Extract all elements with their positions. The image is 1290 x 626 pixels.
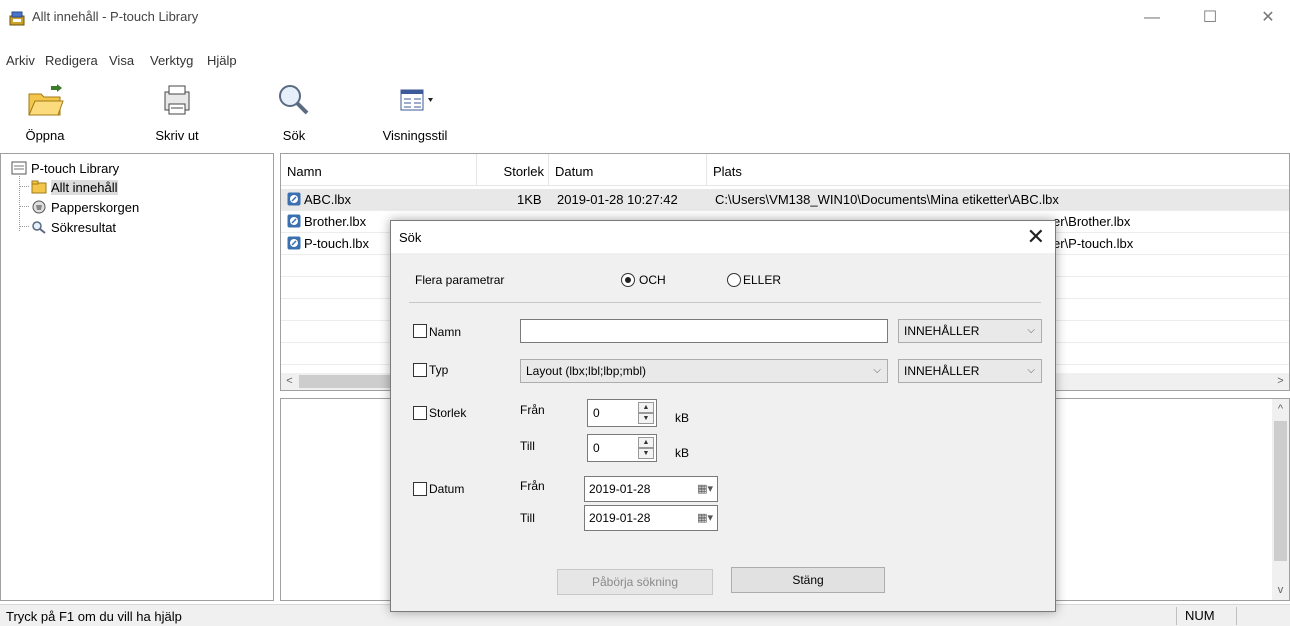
library-icon — [11, 161, 27, 175]
folder-tree: P-touch Library Allt innehåll Papperskor… — [0, 153, 274, 601]
spin-down-icon[interactable]: ▼ — [638, 448, 654, 459]
menu-visa[interactable]: Visa — [109, 53, 134, 68]
or-label: ELLER — [743, 273, 782, 287]
tree-item-papperskorgen[interactable]: Papperskorgen — [31, 198, 139, 216]
menu-verktyg[interactable]: Verktyg — [150, 53, 193, 68]
and-label: OCH — [639, 273, 666, 287]
tree-item-allt-innehall[interactable]: Allt innehåll — [31, 178, 118, 196]
menu-arkiv[interactable]: Arkiv — [6, 53, 35, 68]
size-to-unit: kB — [675, 446, 690, 460]
toolbar: Öppna Skriv ut Sök Visningsstil — [0, 80, 1290, 150]
title-bar: Allt innehåll - P-touch Library — ☐ ✕ — [0, 0, 1290, 50]
lbx-file-icon — [287, 192, 301, 206]
printer-icon — [164, 85, 190, 115]
date-checkbox[interactable] — [413, 482, 427, 496]
multi-params-label: Flera parametrar — [415, 273, 505, 287]
scroll-left-icon[interactable]: < — [281, 375, 298, 387]
calendar-icon[interactable]: ▦▾ — [697, 482, 713, 495]
view-style-icon — [400, 89, 433, 111]
lbx-file-icon — [287, 236, 301, 250]
column-namn[interactable]: Namn — [281, 154, 477, 186]
search-icon — [279, 85, 309, 115]
menu-redigera[interactable]: Redigera — [45, 53, 98, 68]
chevron-down-icon: ⌵ — [1027, 365, 1035, 376]
table-row[interactable]: ABC.lbx 1KB 2019-01-28 10:27:42 C:\Users… — [281, 189, 1289, 211]
spin-up-icon[interactable]: ▲ — [638, 402, 654, 413]
size-from-label: Från — [520, 403, 545, 417]
start-search-button[interactable]: Påbörja sökning — [557, 569, 713, 595]
folder-icon — [31, 180, 47, 194]
app-icon — [9, 11, 25, 26]
column-storlek[interactable]: Storlek — [477, 154, 549, 186]
search-button[interactable]: Sök — [274, 80, 314, 152]
column-plats[interactable]: Plats — [707, 154, 1290, 186]
date-to-picker[interactable]: 2019-01-28 ▦▾ — [584, 505, 718, 531]
trash-icon — [32, 200, 46, 214]
tree-item-sokresultat[interactable]: Sökresultat — [31, 218, 116, 236]
type-operator-select[interactable]: INNEHÅLLER ⌵ — [898, 359, 1042, 383]
dialog-title-bar: Sök ✕ — [391, 221, 1055, 253]
calendar-icon[interactable]: ▦▾ — [697, 511, 713, 524]
size-to-label: Till — [520, 439, 535, 453]
size-from-stepper[interactable]: 0 ▲ ▼ — [587, 399, 657, 427]
chevron-down-icon: ⌵ — [873, 365, 881, 376]
or-radio[interactable] — [727, 273, 741, 287]
print-button[interactable]: Skriv ut — [142, 80, 212, 152]
date-to-label: Till — [520, 511, 535, 525]
chevron-down-icon: ⌵ — [1027, 325, 1035, 336]
size-checkbox[interactable] — [413, 406, 427, 420]
date-label: Datum — [429, 482, 465, 496]
status-num: NUM — [1176, 607, 1236, 625]
open-button[interactable]: Öppna — [12, 80, 78, 152]
lbx-file-icon — [287, 214, 301, 228]
spin-up-icon[interactable]: ▲ — [638, 437, 654, 448]
size-to-stepper[interactable]: 0 ▲ ▼ — [587, 434, 657, 462]
window-title: Allt innehåll - P-touch Library — [32, 9, 199, 24]
scroll-down-icon[interactable]: v — [1272, 584, 1289, 596]
scroll-right-icon[interactable]: > — [1272, 375, 1289, 387]
close-button[interactable]: Stäng — [731, 567, 885, 593]
date-from-label: Från — [520, 479, 545, 493]
open-folder-icon — [28, 84, 64, 116]
column-datum[interactable]: Datum — [549, 154, 707, 186]
search-results-icon — [32, 221, 46, 234]
type-select[interactable]: Layout (lbx;lbl;lbp;mbl) ⌵ — [520, 359, 888, 383]
scroll-thumb[interactable] — [1274, 421, 1287, 561]
maximize-icon[interactable]: ☐ — [1200, 8, 1220, 28]
status-pane-empty — [1236, 607, 1290, 625]
spin-down-icon[interactable]: ▼ — [638, 413, 654, 424]
close-window-icon[interactable]: ✕ — [1258, 8, 1278, 28]
and-radio[interactable] — [621, 273, 635, 287]
status-help-text: Tryck på F1 om du vill ha hjälp — [6, 609, 182, 624]
minimize-icon[interactable]: — — [1142, 8, 1162, 28]
vertical-scrollbar[interactable]: ^ v — [1272, 399, 1289, 600]
type-checkbox[interactable] — [413, 363, 427, 377]
dialog-title: Sök — [399, 230, 422, 245]
menu-hjalp[interactable]: Hjälp — [207, 53, 237, 68]
name-operator-select[interactable]: INNEHÅLLER ⌵ — [898, 319, 1042, 343]
size-from-unit: kB — [675, 411, 690, 425]
type-label: Typ — [429, 363, 449, 377]
scroll-up-icon[interactable]: ^ — [1272, 403, 1289, 415]
name-label: Namn — [429, 325, 462, 339]
tree-root[interactable]: P-touch Library — [11, 159, 119, 177]
list-header: Namn Storlek Datum Plats — [281, 154, 1289, 186]
name-checkbox[interactable] — [413, 324, 427, 338]
name-input[interactable] — [520, 319, 888, 343]
dialog-close-icon[interactable]: ✕ — [1027, 225, 1045, 249]
size-label: Storlek — [429, 406, 467, 420]
search-dialog: Sök ✕ Flera parametrar OCH ELLER Namn IN… — [390, 220, 1056, 612]
view-style-button[interactable]: Visningsstil — [370, 80, 460, 152]
date-from-picker[interactable]: 2019-01-28 ▦▾ — [584, 476, 718, 502]
menu-bar: Arkiv Redigera Visa Verktyg Hjälp — [0, 50, 1290, 72]
